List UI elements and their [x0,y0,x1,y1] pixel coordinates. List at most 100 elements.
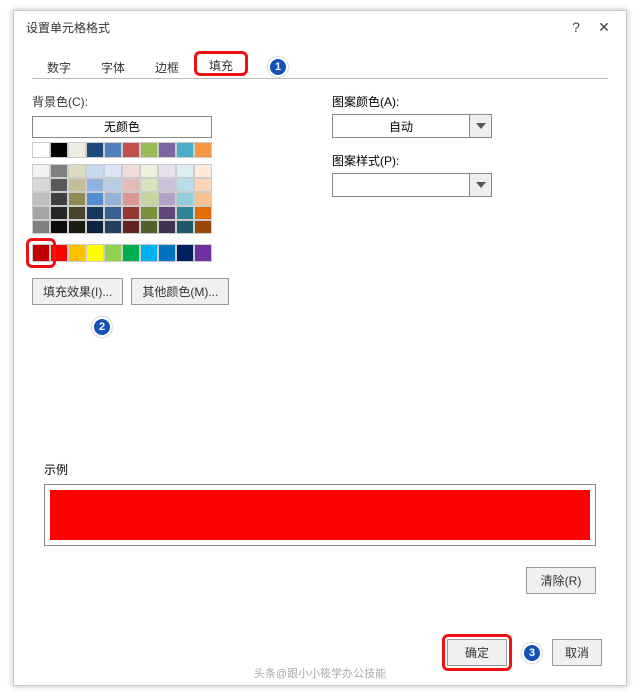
theme-shade-1-5[interactable] [122,178,140,192]
dialog-window: 设置单元格格式 ? ✕ 数字 字体 边框 填充 1 背景色(C): 无颜色 2 [13,10,627,686]
annotation-highlight-ok: 确定 [442,634,512,671]
clear-button[interactable]: 清除(R) [526,567,596,594]
standard-color-9[interactable] [194,244,212,262]
theme-shade-2-7[interactable] [158,192,176,206]
annotation-badge-1: 1 [268,57,288,77]
theme-shade-0-3[interactable] [86,164,104,178]
standard-color-5[interactable] [122,244,140,262]
theme-color-1[interactable] [50,142,68,158]
standard-color-row [32,244,292,262]
tab-font[interactable]: 字体 [86,54,140,79]
theme-color-7[interactable] [158,142,176,158]
theme-shade-0-1[interactable] [50,164,68,178]
sample-label: 示例 [44,461,596,478]
standard-color-8[interactable] [176,244,194,262]
theme-shade-1-4[interactable] [104,178,122,192]
theme-shade-1-6[interactable] [140,178,158,192]
pattern-style-label: 图案样式(P): [332,152,608,169]
standard-color-1[interactable] [50,244,68,262]
tab-fill[interactable]: 填充 [194,51,248,76]
theme-shade-4-7[interactable] [158,220,176,234]
theme-shade-3-6[interactable] [140,206,158,220]
theme-shade-1-9[interactable] [194,178,212,192]
theme-shade-2-9[interactable] [194,192,212,206]
theme-shade-2-4[interactable] [104,192,122,206]
theme-shade-2-1[interactable] [50,192,68,206]
standard-color-3[interactable] [86,244,104,262]
theme-shade-3-8[interactable] [176,206,194,220]
theme-shade-1-0[interactable] [32,178,50,192]
theme-shade-4-6[interactable] [140,220,158,234]
theme-shade-3-5[interactable] [122,206,140,220]
sample-fill [50,490,590,540]
standard-color-4[interactable] [104,244,122,262]
dialog-footer: 确定 3 取消 [442,634,602,671]
theme-shade-2-2[interactable] [68,192,86,206]
dialog-title: 设置单元格格式 [22,19,562,36]
tab-border[interactable]: 边框 [140,54,194,79]
tab-number[interactable]: 数字 [32,54,86,79]
theme-shade-0-0[interactable] [32,164,50,178]
theme-shade-4-8[interactable] [176,220,194,234]
theme-shade-4-9[interactable] [194,220,212,234]
theme-shade-0-2[interactable] [68,164,86,178]
more-colors-button[interactable]: 其他颜色(M)... [131,278,229,305]
theme-shade-0-6[interactable] [140,164,158,178]
theme-shade-3-3[interactable] [86,206,104,220]
theme-color-9[interactable] [194,142,212,158]
tab-strip: 数字 字体 边框 填充 1 [32,53,608,79]
theme-shade-0-9[interactable] [194,164,212,178]
theme-shade-1-7[interactable] [158,178,176,192]
theme-shade-2-8[interactable] [176,192,194,206]
no-color-button[interactable]: 无颜色 [32,116,212,138]
theme-shade-3-0[interactable] [32,206,50,220]
theme-shade-3-7[interactable] [158,206,176,220]
close-button[interactable]: ✕ [590,16,618,38]
theme-shade-4-3[interactable] [86,220,104,234]
pattern-style-value [333,174,469,196]
theme-shade-2-3[interactable] [86,192,104,206]
ok-button[interactable]: 确定 [447,639,507,666]
standard-color-6[interactable] [140,244,158,262]
theme-shade-1-3[interactable] [86,178,104,192]
theme-color-0[interactable] [32,142,50,158]
theme-shade-3-4[interactable] [104,206,122,220]
theme-color-2[interactable] [68,142,86,158]
theme-shade-0-5[interactable] [122,164,140,178]
theme-color-3[interactable] [86,142,104,158]
theme-color-8[interactable] [176,142,194,158]
theme-shade-3-2[interactable] [68,206,86,220]
cancel-button[interactable]: 取消 [552,639,602,666]
theme-shade-3-1[interactable] [50,206,68,220]
pattern-color-value: 自动 [333,115,469,137]
theme-shade-1-2[interactable] [68,178,86,192]
theme-shade-3-9[interactable] [194,206,212,220]
theme-color-4[interactable] [104,142,122,158]
theme-shade-0-4[interactable] [104,164,122,178]
standard-color-0[interactable] [32,244,50,262]
pattern-color-dropdown[interactable]: 自动 [332,114,492,138]
theme-shade-1-8[interactable] [176,178,194,192]
chevron-down-icon [469,115,491,137]
help-button[interactable]: ? [562,16,590,38]
annotation-badge-3: 3 [522,643,542,663]
theme-shade-0-8[interactable] [176,164,194,178]
theme-shade-4-4[interactable] [104,220,122,234]
theme-shade-2-5[interactable] [122,192,140,206]
theme-shade-grid [32,164,212,234]
sample-box [44,484,596,546]
standard-color-7[interactable] [158,244,176,262]
fill-effects-button[interactable]: 填充效果(I)... [32,278,123,305]
pattern-style-dropdown[interactable] [332,173,492,197]
theme-shade-2-0[interactable] [32,192,50,206]
theme-shade-4-0[interactable] [32,220,50,234]
standard-color-2[interactable] [68,244,86,262]
theme-shade-0-7[interactable] [158,164,176,178]
theme-shade-4-2[interactable] [68,220,86,234]
theme-shade-2-6[interactable] [140,192,158,206]
theme-color-5[interactable] [122,142,140,158]
theme-color-6[interactable] [140,142,158,158]
theme-shade-1-1[interactable] [50,178,68,192]
theme-shade-4-1[interactable] [50,220,68,234]
theme-shade-4-5[interactable] [122,220,140,234]
